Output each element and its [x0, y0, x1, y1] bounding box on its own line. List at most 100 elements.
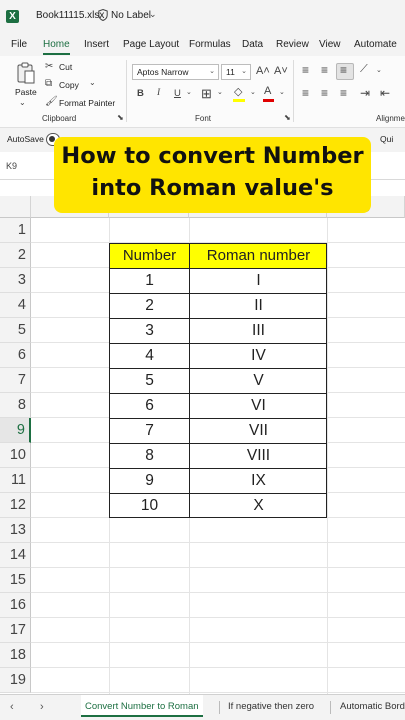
row-header[interactable]: 9 — [0, 418, 31, 443]
row-header[interactable]: 18 — [0, 643, 31, 668]
scissors-icon[interactable]: ✂ — [45, 61, 53, 72]
borders-icon[interactable]: ⊞ — [201, 86, 212, 102]
underline-button[interactable]: U — [174, 88, 181, 99]
align-top-icon[interactable]: ≡ — [302, 63, 309, 77]
tab-file[interactable]: File — [11, 39, 27, 50]
orientation-dropdown-icon[interactable]: ⌄ — [376, 66, 382, 74]
quick-access-button[interactable]: Qui — [380, 134, 393, 144]
chevron-left-icon[interactable]: ‹ — [10, 701, 14, 713]
row-header[interactable]: 16 — [0, 593, 31, 618]
row-header[interactable]: 13 — [0, 518, 31, 543]
row-header[interactable]: 11 — [0, 468, 31, 493]
roman-cell[interactable]: III — [189, 318, 327, 343]
number-cell[interactable]: 9 — [109, 468, 189, 493]
font-color-dropdown-icon[interactable]: ⌄ — [279, 88, 285, 96]
paste-icon[interactable] — [16, 62, 36, 84]
sheet-tab-automatic-borders[interactable]: Automatic Bord — [340, 701, 405, 712]
roman-cell[interactable]: IV — [189, 343, 327, 368]
borders-dropdown-icon[interactable]: ⌄ — [217, 88, 223, 96]
font-launcher-icon[interactable]: ⬊ — [284, 113, 291, 122]
number-cell[interactable]: 1 — [109, 268, 189, 293]
copy-dropdown-icon[interactable]: ⌄ — [89, 78, 96, 87]
chevron-down-icon[interactable]: ⌄ — [149, 9, 157, 20]
tab-data[interactable]: Data — [242, 39, 263, 50]
sensitivity-shield-icon[interactable] — [98, 9, 108, 21]
number-cell[interactable]: 5 — [109, 368, 189, 393]
roman-cell[interactable]: IX — [189, 468, 327, 493]
roman-cell[interactable]: VII — [189, 418, 327, 443]
row-header[interactable]: 4 — [0, 293, 31, 318]
roman-cell[interactable]: X — [189, 493, 327, 518]
row-header[interactable]: 3 — [0, 268, 31, 293]
decrease-font-icon[interactable]: A˅ — [274, 65, 288, 77]
align-bottom-icon: ≡ — [340, 63, 348, 77]
tab-review[interactable]: Review — [276, 39, 309, 50]
outdent-icon[interactable]: ⇤ — [380, 86, 390, 100]
row-header[interactable]: 6 — [0, 343, 31, 368]
align-left-icon[interactable]: ≡ — [302, 86, 309, 100]
number-cell[interactable]: 4 — [109, 343, 189, 368]
table-header-cell[interactable]: Roman number — [189, 243, 327, 268]
indent-icon[interactable]: ⇥ — [360, 86, 370, 100]
fill-color-icon[interactable]: ◇ — [234, 85, 242, 98]
roman-cell[interactable]: V — [189, 368, 327, 393]
row-header[interactable]: 14 — [0, 543, 31, 568]
fill-color-dropdown-icon[interactable]: ⌄ — [250, 88, 256, 96]
row-header[interactable]: 10 — [0, 443, 31, 468]
font-color-icon[interactable]: A — [264, 85, 271, 97]
row-header[interactable]: 7 — [0, 368, 31, 393]
copy-icon[interactable]: ⧉ — [45, 78, 52, 89]
row-header[interactable]: 12 — [0, 493, 31, 518]
sensitivity-label[interactable]: No Label — [111, 10, 151, 21]
clipboard-launcher-icon[interactable]: ⬊ — [117, 113, 124, 122]
roman-cell[interactable]: II — [189, 293, 327, 318]
table-header-cell[interactable]: Number — [109, 243, 189, 268]
roman-cell[interactable]: VIII — [189, 443, 327, 468]
align-center-icon[interactable]: ≡ — [321, 86, 328, 100]
number-cell[interactable]: 6 — [109, 393, 189, 418]
align-right-icon[interactable]: ≡ — [340, 86, 347, 100]
tab-insert[interactable]: Insert — [84, 39, 109, 50]
format-painter-button[interactable]: Format Painter — [59, 98, 115, 108]
row-header[interactable]: 15 — [0, 568, 31, 593]
font-name-select[interactable]: Aptos Narrow ⌄ — [132, 64, 219, 80]
tab-page-layout[interactable]: Page Layout — [123, 39, 179, 50]
tab-view[interactable]: View — [319, 39, 341, 50]
row-header[interactable]: 8 — [0, 393, 31, 418]
tab-formulas[interactable]: Formulas — [189, 39, 231, 50]
row-header[interactable]: 1 — [0, 218, 31, 243]
row-header[interactable]: 17 — [0, 618, 31, 643]
italic-button[interactable]: I — [157, 88, 160, 98]
spreadsheet-grid[interactable]: A B C D 12345678910111213141516171819 Nu… — [0, 196, 405, 694]
number-cell[interactable]: 10 — [109, 493, 189, 518]
paste-dropdown-icon[interactable]: ⌄ — [19, 98, 26, 107]
ribbon-tabs: File Home Insert Page Layout Formulas Da… — [0, 34, 405, 56]
align-middle-icon[interactable]: ≡ — [321, 63, 328, 77]
tab-home[interactable]: Home — [43, 39, 70, 55]
bold-button[interactable]: B — [137, 88, 144, 99]
increase-font-icon[interactable]: A˄ — [256, 65, 270, 77]
sheet-tab-convert-number-to-roman[interactable]: Convert Number to Roman — [81, 695, 203, 717]
number-cell[interactable]: 2 — [109, 293, 189, 318]
format-painter-icon[interactable]: 🖌 — [45, 96, 58, 107]
name-box[interactable]: K9 — [0, 158, 52, 174]
paste-button[interactable]: Paste — [15, 87, 37, 97]
select-all-corner[interactable] — [0, 196, 31, 218]
chevron-right-icon[interactable]: › — [40, 701, 44, 713]
row-header[interactable]: 2 — [0, 243, 31, 268]
file-name[interactable]: Book11115.xlsx — [36, 10, 104, 21]
number-cell[interactable]: 7 — [109, 418, 189, 443]
number-cell[interactable]: 8 — [109, 443, 189, 468]
row-header[interactable]: 19 — [0, 668, 31, 693]
tab-automate[interactable]: Automate — [354, 39, 397, 50]
orientation-icon[interactable]: ⟋ — [360, 63, 368, 76]
font-size-select[interactable]: 11 ⌄ — [221, 64, 251, 80]
copy-button[interactable]: Copy — [59, 80, 79, 90]
sheet-tab-if-negative-then-zero[interactable]: If negative then zero — [228, 701, 314, 712]
row-header[interactable]: 5 — [0, 318, 31, 343]
roman-cell[interactable]: I — [189, 268, 327, 293]
cut-button[interactable]: Cut — [59, 62, 72, 72]
roman-cell[interactable]: VI — [189, 393, 327, 418]
underline-dropdown-icon[interactable]: ⌄ — [186, 88, 192, 96]
number-cell[interactable]: 3 — [109, 318, 189, 343]
